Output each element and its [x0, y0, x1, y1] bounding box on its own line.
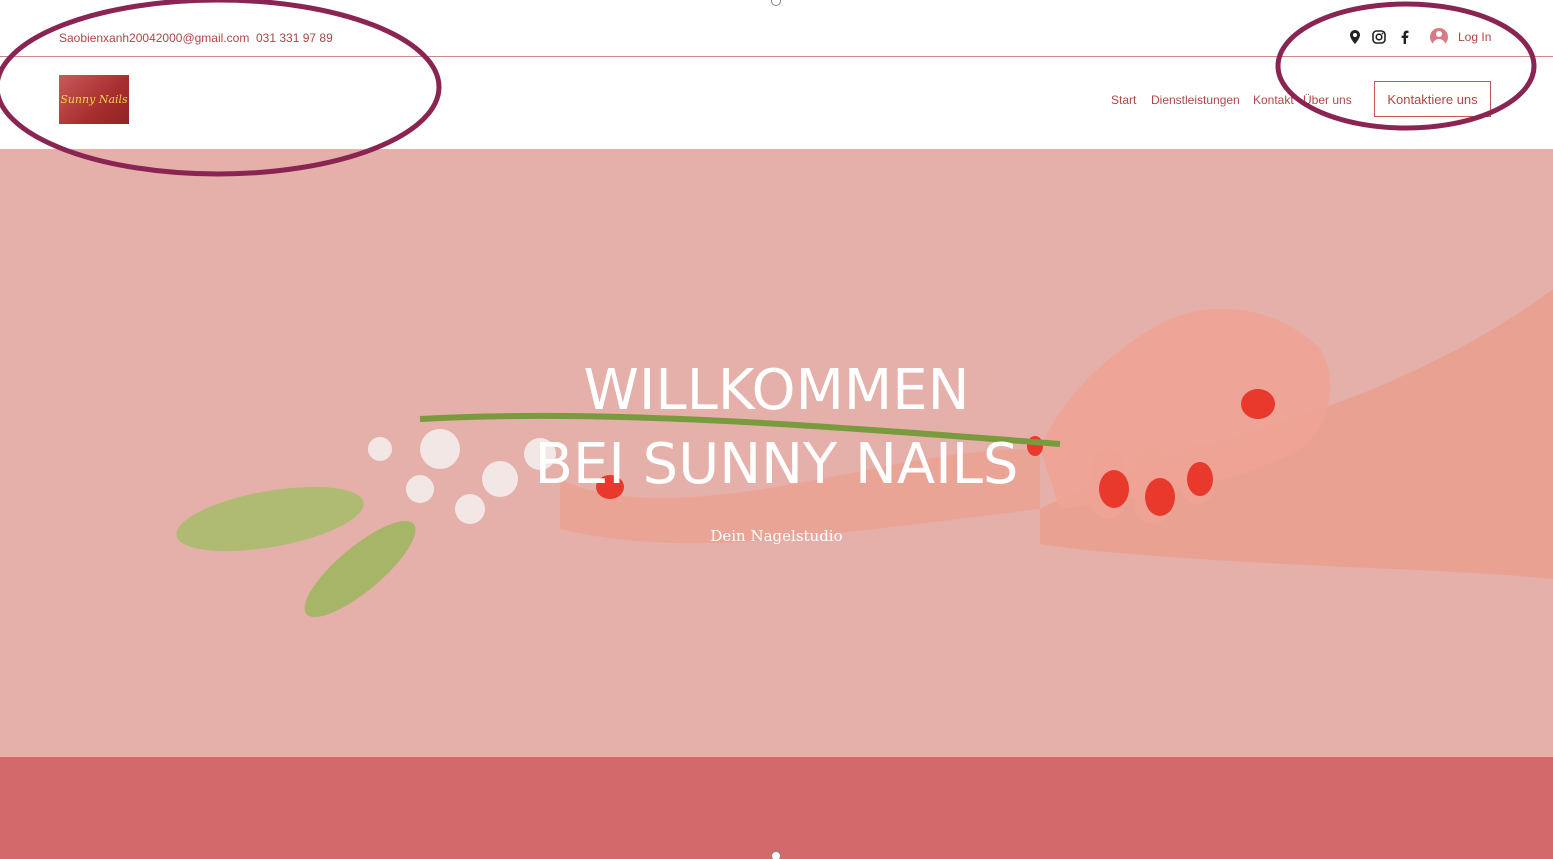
instagram-icon[interactable]	[1371, 29, 1387, 45]
facebook-icon[interactable]	[1396, 29, 1412, 45]
location-pin-icon[interactable]	[1347, 29, 1363, 45]
contact-us-button[interactable]: Kontaktiere uns	[1374, 81, 1491, 117]
top-info-bar: Saobienxanh20042000@gmail.com 031 331 97…	[0, 0, 1553, 57]
nav-start[interactable]: Start	[1111, 93, 1136, 107]
login-button[interactable]: Log In	[1430, 28, 1491, 46]
phone-number[interactable]: 031 331 97 89	[256, 31, 333, 45]
next-section-strip	[0, 757, 1553, 859]
login-label: Log In	[1458, 30, 1492, 44]
logo-text: Sunny Nails	[60, 93, 128, 106]
hero-title-line-1: WILLKOMMEN	[583, 358, 970, 423]
user-avatar-icon	[1430, 28, 1448, 46]
nav-dienstleistungen[interactable]: Dienstleistungen	[1151, 93, 1240, 107]
hero-title: WILLKOMMEN BEI SUNNY NAILS	[0, 354, 1553, 502]
nav-kontakt[interactable]: Kontakt	[1253, 93, 1294, 107]
site-header: Sunny Nails Start Dienstleistungen Konta…	[0, 57, 1553, 149]
site-logo[interactable]: Sunny Nails	[59, 75, 129, 124]
hero-section: WILLKOMMEN BEI SUNNY NAILS Dein Nagelstu…	[0, 149, 1553, 757]
resize-handle-bottom[interactable]	[771, 851, 781, 859]
email-link[interactable]: Saobienxanh20042000@gmail.com	[59, 31, 249, 45]
page: Saobienxanh20042000@gmail.com 031 331 97…	[0, 0, 1553, 859]
nav-ueber-uns[interactable]: Über uns	[1303, 93, 1352, 107]
hero-title-line-2: BEI SUNNY NAILS	[534, 432, 1019, 497]
hero-subtitle: Dein Nagelstudio	[710, 527, 843, 545]
